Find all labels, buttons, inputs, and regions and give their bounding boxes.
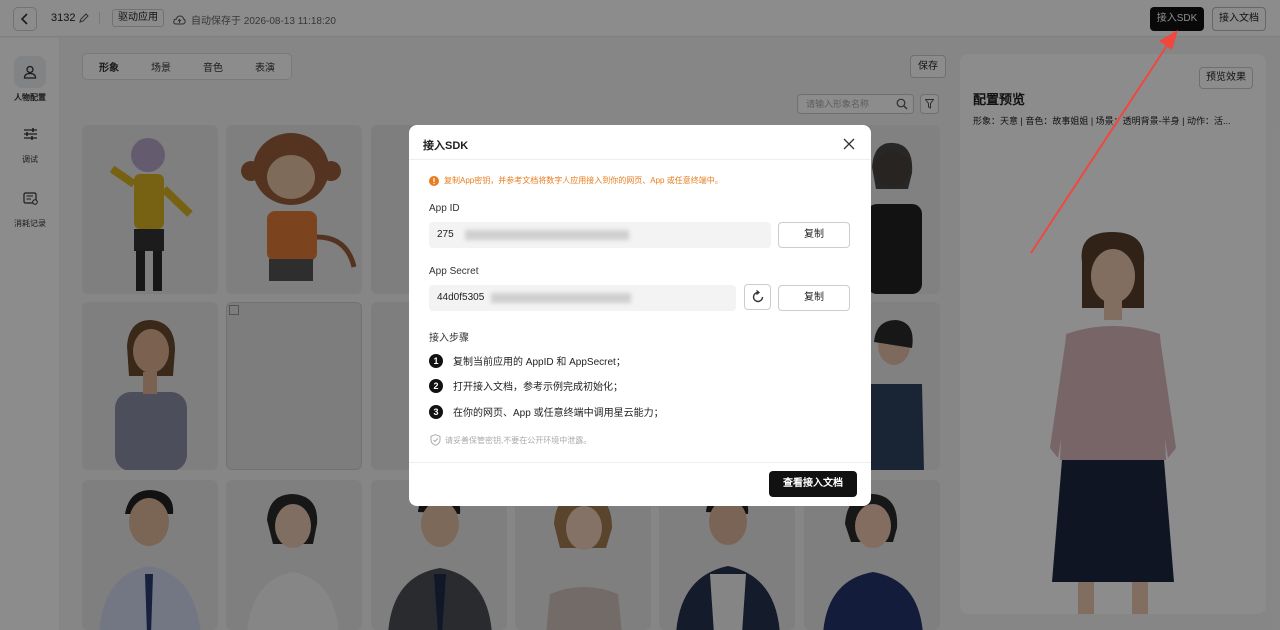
step-text: 在你的网页、App 或任意终端中调用星云能力； [453, 408, 664, 419]
note-text: 请妥善保管密钥,不要在公开环境中泄露。 [445, 435, 592, 445]
tip-text: 复制App密钥，并参考文档将数字人应用接入到你的网页、App 或任意终端中。 [444, 176, 723, 185]
masked-value [465, 230, 629, 240]
step-text: 打开接入文档，参考示例完成初始化； [453, 382, 623, 393]
refresh-secret-button[interactable] [744, 284, 771, 310]
modal-tip: 复制App密钥，并参考文档将数字人应用接入到你的网页、App 或任意终端中。 [429, 175, 723, 186]
app-secret-field[interactable]: 44d0f5305 [429, 285, 736, 311]
shield-icon [430, 434, 441, 446]
step-number: 2 [429, 378, 443, 393]
step-number: 1 [429, 353, 443, 368]
step-item: 2 打开接入文档，参考示例完成初始化； [429, 378, 623, 393]
close-icon[interactable] [841, 136, 857, 152]
refresh-icon [752, 290, 763, 303]
app-id-value: 275 [437, 229, 454, 240]
warning-icon [429, 175, 439, 186]
modal-divider [409, 159, 871, 160]
app-id-label: App ID [429, 203, 460, 214]
app-id-field[interactable]: 275 [429, 222, 771, 248]
modal-title: 接入SDK [423, 140, 469, 152]
app-secret-value: 44d0f5305 [437, 292, 485, 303]
step-text: 复制当前应用的 AppID 和 AppSecret； [453, 357, 626, 368]
masked-value [491, 293, 631, 303]
step-number: 3 [429, 404, 443, 419]
security-note: 请妥善保管密钥,不要在公开环境中泄露。 [430, 434, 591, 446]
modal-divider [409, 462, 871, 463]
copy-app-secret-button[interactable]: 复制 [778, 285, 850, 311]
steps-title: 接入步骤 [429, 333, 469, 344]
app-secret-label: App Secret [429, 266, 479, 277]
copy-app-id-button[interactable]: 复制 [778, 222, 850, 248]
step-item: 1 复制当前应用的 AppID 和 AppSecret； [429, 353, 626, 368]
step-item: 3 在你的网页、App 或任意终端中调用星云能力； [429, 404, 664, 419]
sdk-modal: 接入SDK 复制App密钥，并参考文档将数字人应用接入到你的网页、App 或任意… [409, 125, 871, 506]
view-doc-button[interactable]: 查看接入文档 [769, 471, 857, 497]
